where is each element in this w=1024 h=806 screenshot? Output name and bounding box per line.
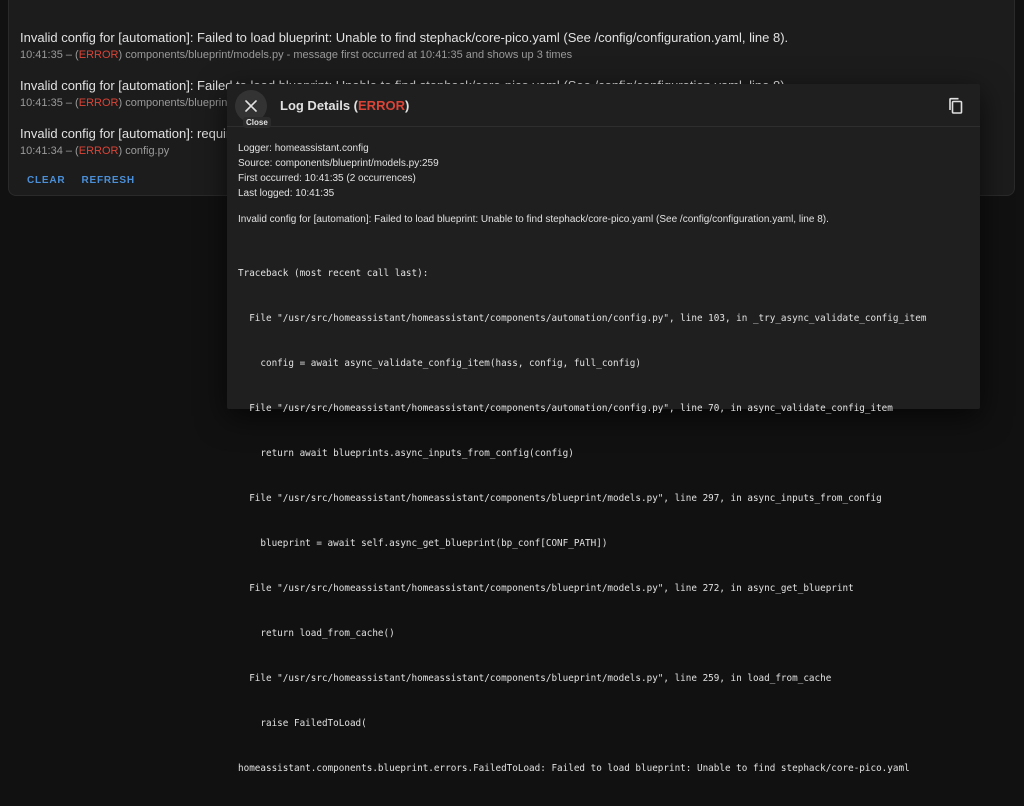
copy-icon	[949, 97, 963, 114]
dialog-title: Log Details (ERROR)	[280, 98, 410, 113]
traceback-line: return load_from_cache()	[238, 628, 395, 639]
traceback-line: File "/usr/src/homeassistant/homeassista…	[238, 493, 882, 504]
dialog-header: Close Log Details (ERROR)	[227, 84, 980, 128]
first-occurred-line: First occurred: 10:41:35 (2 occurrences)	[238, 173, 416, 184]
traceback-line: Traceback (most recent call last):	[238, 268, 429, 279]
title-level: ERROR	[358, 98, 405, 113]
copy-button[interactable]	[946, 96, 966, 116]
log-message: Invalid config for [automation]: Failed …	[20, 30, 789, 45]
log-level: ERROR	[78, 49, 119, 61]
log-details-dialog: Close Log Details (ERROR) Logger: homeas…	[227, 84, 980, 774]
close-icon	[245, 100, 257, 112]
dialog-body: Logger: homeassistant.config Source: com…	[227, 127, 980, 806]
log-item[interactable]: Invalid config for [automation]: Failed …	[20, 30, 1010, 61]
traceback: Traceback (most recent call last): File …	[238, 236, 969, 806]
traceback-line: raise FailedToLoad(	[238, 718, 367, 729]
traceback-line: File "/usr/src/homeassistant/homeassista…	[238, 673, 832, 684]
log-level: ERROR	[78, 97, 119, 109]
log-message-detail: Invalid config for [automation]: Failed …	[238, 214, 829, 225]
clear-button[interactable]: CLEAR	[27, 175, 65, 186]
card-actions: CLEAR REFRESH	[27, 175, 135, 186]
traceback-line: return await blueprints.async_inputs_fro…	[238, 448, 574, 459]
traceback-line: File "/usr/src/homeassistant/homeassista…	[238, 313, 927, 324]
log-meta: 10:41:35 – (ERROR) components/blueprint/…	[20, 49, 573, 61]
source-line: Source: components/blueprint/models.py:2…	[238, 158, 439, 169]
last-logged-line: Last logged: 10:41:35	[238, 188, 335, 199]
refresh-button[interactable]: REFRESH	[81, 175, 134, 186]
logger-line: Logger: homeassistant.config	[238, 143, 369, 154]
traceback-line: File "/usr/src/homeassistant/homeassista…	[238, 403, 893, 414]
traceback-line: blueprint = await self.async_get_bluepri…	[238, 538, 608, 549]
traceback-line: homeassistant.components.blueprint.error…	[238, 763, 910, 774]
close-tooltip: Close	[243, 117, 271, 128]
log-level: ERROR	[78, 145, 119, 157]
traceback-line: config = await async_validate_config_ite…	[238, 358, 641, 369]
traceback-line: File "/usr/src/homeassistant/homeassista…	[238, 583, 854, 594]
